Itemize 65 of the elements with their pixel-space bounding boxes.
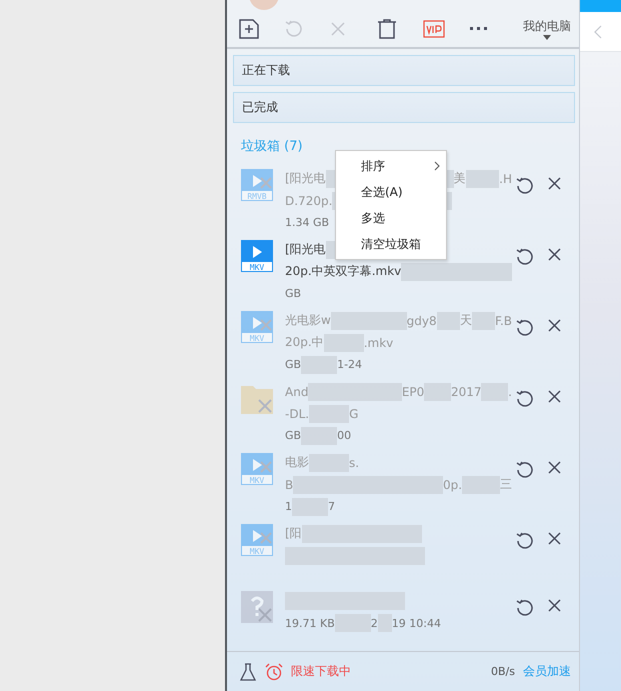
- menu-item[interactable]: 全选(A): [336, 179, 446, 205]
- file-name-text: G: [349, 406, 358, 421]
- trash-icon[interactable]: [377, 19, 397, 40]
- header-bar: [580, 0, 621, 12]
- file-name-text: 美: [454, 170, 466, 188]
- location-dropdown[interactable]: 我的电脑: [523, 18, 571, 40]
- file-meta-text: 19 10:44: [392, 616, 441, 630]
- file-meta-text: 7: [328, 500, 335, 514]
- file-name-text: And: [285, 384, 308, 399]
- file-meta-text: 1.34 GB: [285, 216, 330, 230]
- file-meta-text: 2: [370, 616, 378, 630]
- file-name-text: 光电影w: [285, 312, 331, 330]
- close-icon: [548, 532, 561, 545]
- close-icon: [548, 176, 561, 190]
- close-icon: [548, 460, 561, 474]
- new-task-icon[interactable]: [239, 19, 259, 40]
- category-tab[interactable]: 正在下载: [233, 55, 575, 86]
- file-name-text: .mkv: [364, 336, 394, 350]
- video-file-icon: MKV: [241, 452, 273, 485]
- video-file-icon: MKV: [241, 524, 273, 556]
- file-name-text: [阳光电: [285, 241, 326, 258]
- flask-icon[interactable]: [239, 662, 257, 681]
- file-meta-text: GB: [285, 429, 302, 442]
- file-name-text: 2017: [450, 384, 482, 399]
- caret-down-icon: [543, 35, 551, 40]
- file-name-text: 20p.中英双字幕.mkv: [285, 263, 402, 280]
- file-name-text: gdy8: [406, 314, 437, 328]
- close-icon: [548, 390, 561, 403]
- file-meta-text: GB: [285, 287, 302, 300]
- video-file-icon: MKV: [241, 240, 273, 272]
- file-meta-text: 1: [285, 500, 292, 514]
- video-file-icon: RMVB: [241, 168, 273, 201]
- file-name-text: 三: [500, 476, 512, 494]
- file-name-text: .H: [499, 172, 512, 186]
- menu-item[interactable]: 多选: [336, 205, 446, 231]
- menu-item[interactable]: 清空垃圾箱: [336, 231, 446, 257]
- file-name-text: -DL.: [285, 406, 310, 421]
- file-name-text: 电影: [285, 454, 309, 472]
- close-icon: [548, 599, 561, 612]
- file-meta-text: GB: [285, 358, 302, 372]
- vip-icon[interactable]: [423, 20, 445, 38]
- file-name-text: [阳: [285, 525, 302, 542]
- speed-limit-status: 限速下载中: [291, 663, 351, 680]
- more-icon[interactable]: [469, 26, 489, 32]
- menu-item[interactable]: 排序: [336, 153, 446, 179]
- file-name-text: F.B: [494, 314, 512, 328]
- file-name-text: 0p.: [442, 478, 462, 492]
- file-name-text: [阳光电: [285, 170, 326, 188]
- video-file-icon: MKV: [241, 310, 273, 343]
- blurred-region: [466, 170, 500, 188]
- file-meta-text: 00: [337, 429, 352, 442]
- file-name-text: EP0: [402, 384, 424, 399]
- file-name-text: D.720p.: [285, 194, 332, 208]
- alarm-clock-icon: [265, 662, 283, 681]
- close-icon: [548, 318, 561, 332]
- file-name-text: 天: [460, 312, 472, 330]
- file-meta-text: 1-24: [337, 358, 362, 372]
- download-speed: 0B/s: [491, 665, 515, 678]
- file-meta-text: 19.71 KB: [285, 616, 335, 630]
- file-name-text: 20p.中: [285, 334, 324, 352]
- category-tab[interactable]: 已完成: [233, 92, 575, 123]
- close-icon: [548, 248, 561, 261]
- file-name-text: s.: [349, 456, 360, 470]
- file-name-text: B: [285, 478, 294, 492]
- file-name-text: .: [508, 384, 512, 399]
